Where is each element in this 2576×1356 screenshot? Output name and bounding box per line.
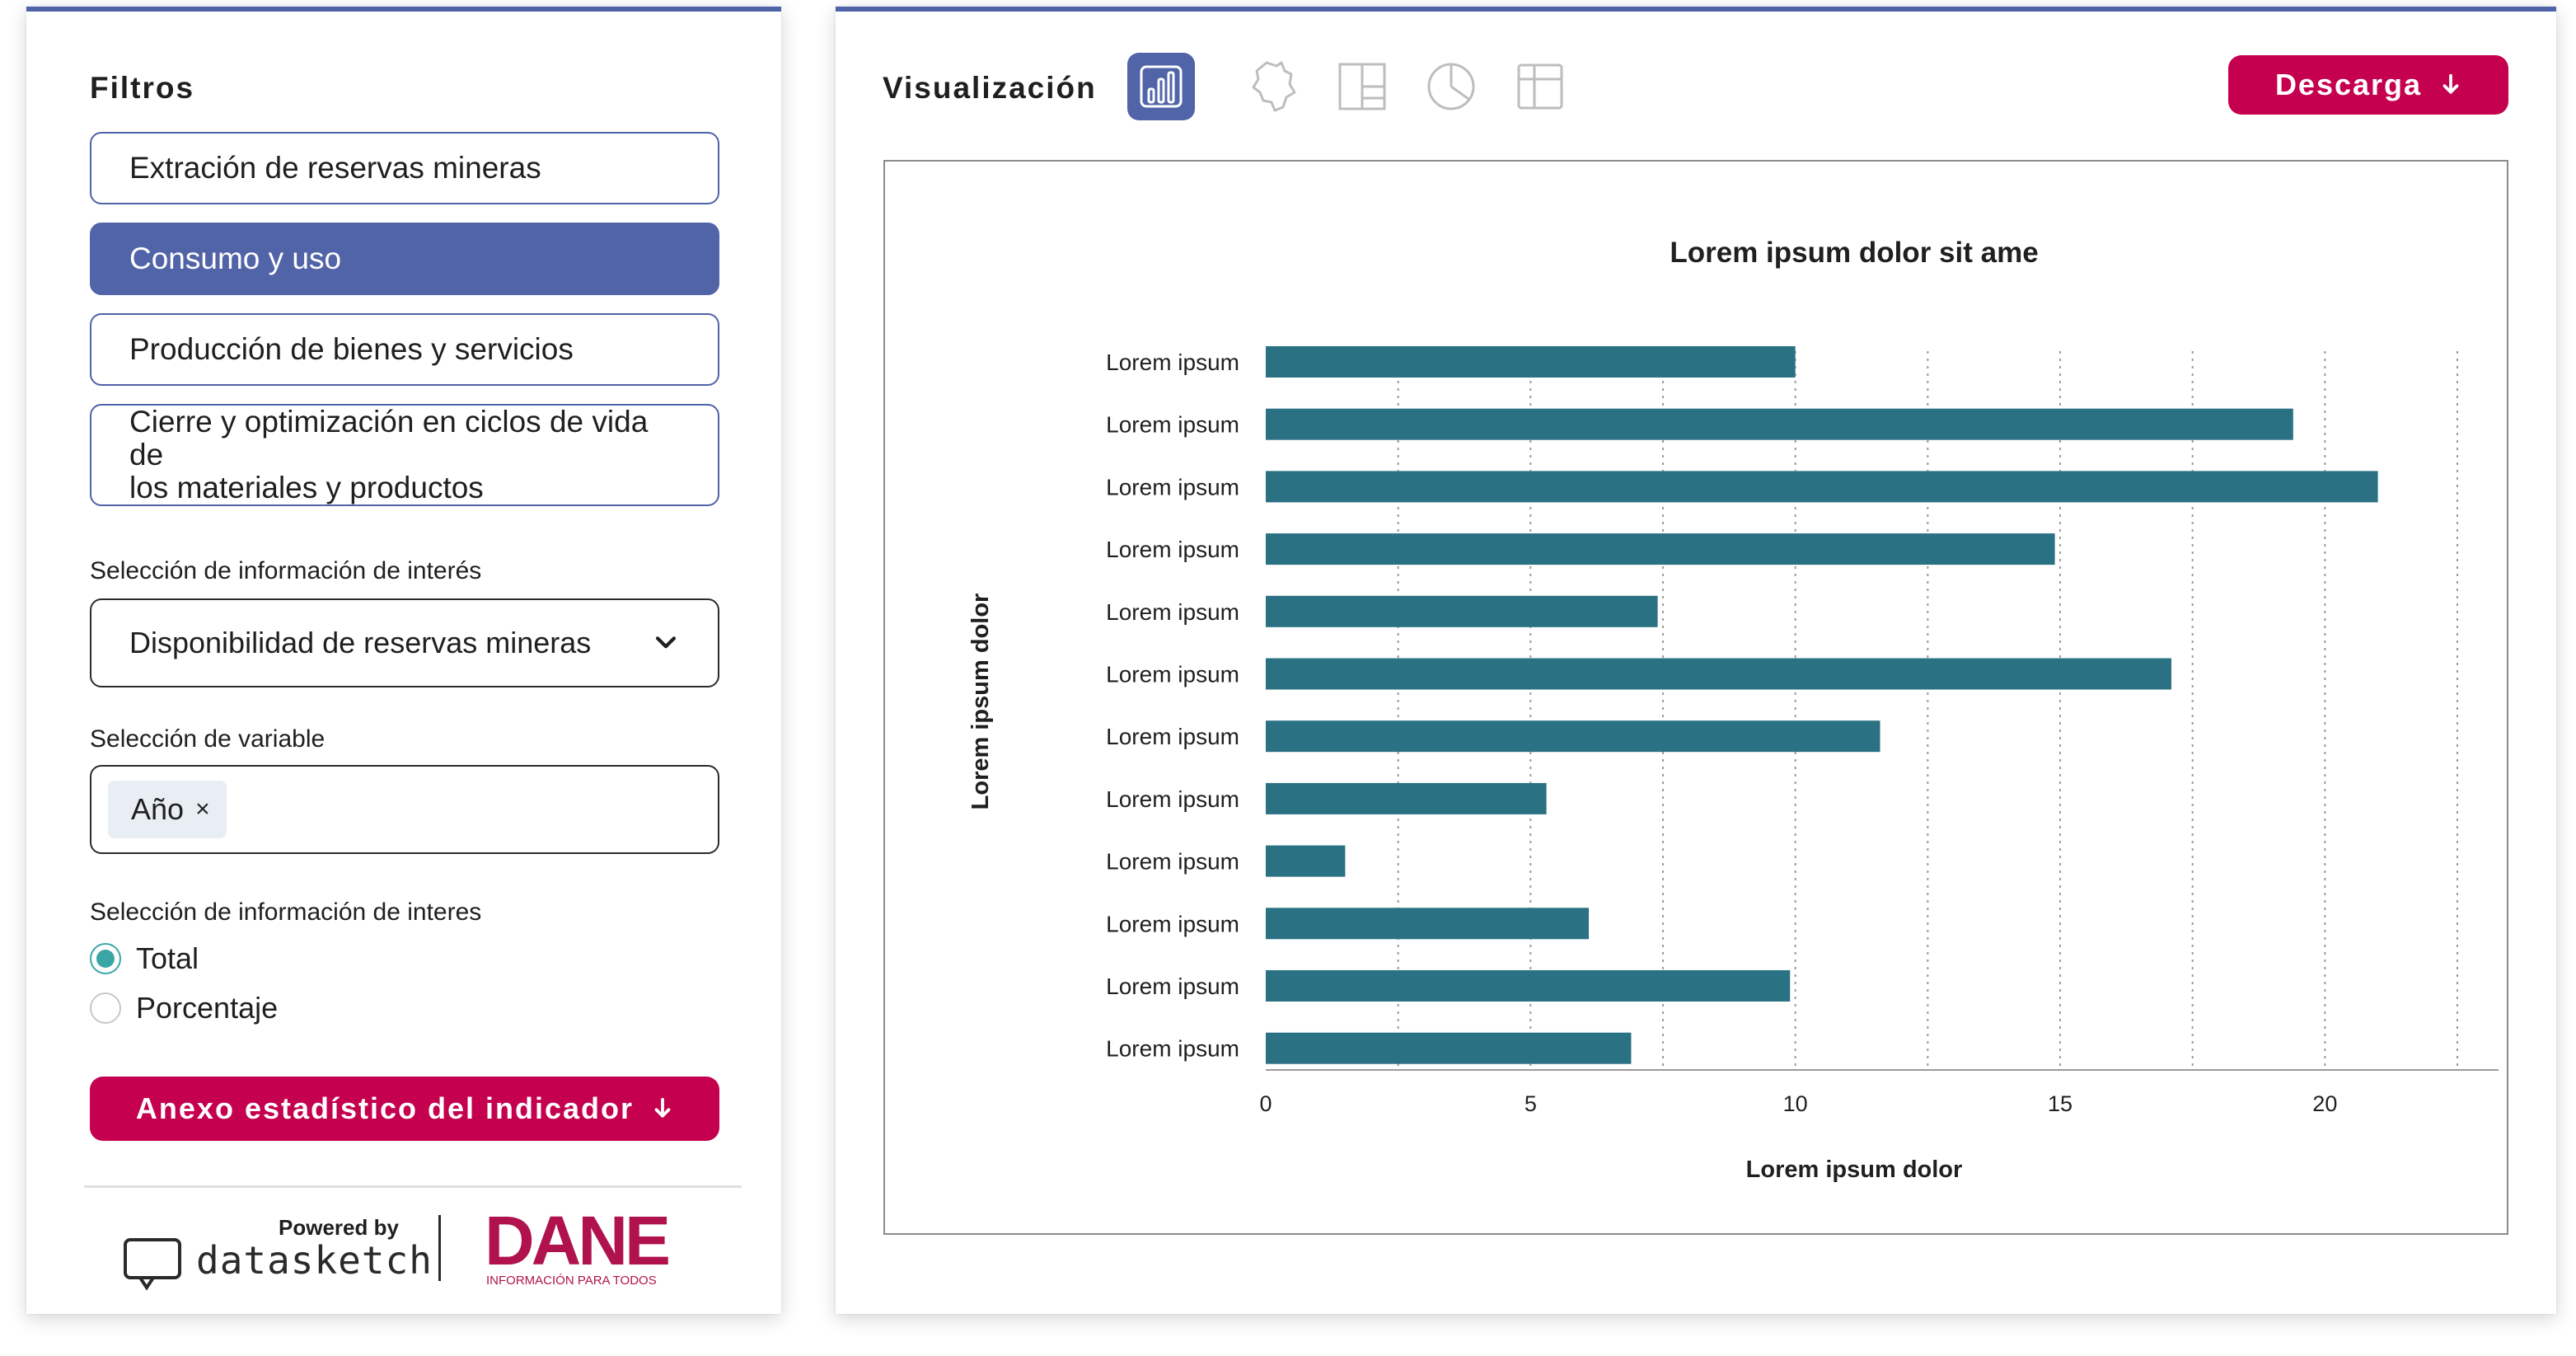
filter-label: los materiales y productos <box>129 471 484 504</box>
radio-label: Total <box>136 941 199 975</box>
pie-chart-icon <box>1427 63 1475 110</box>
bar <box>1266 346 1796 378</box>
filter-consumption-button[interactable]: Consumo y uso <box>90 223 719 295</box>
filter-label: Extración de reservas mineras <box>129 151 541 185</box>
footer-divider <box>84 1185 742 1188</box>
datasketch-wordmark: datasketch <box>196 1238 433 1283</box>
map-icon <box>1252 61 1296 112</box>
dane-logo: DANE INFORMACIÓN PARA TODOS <box>485 1207 672 1288</box>
dane-wordmark: DANE <box>485 1207 668 1279</box>
dane-tagline: INFORMACIÓN PARA TODOS <box>486 1274 657 1288</box>
info-selection-label: Selección de información de interés <box>90 557 482 584</box>
treemap-icon <box>1338 63 1386 110</box>
radio-unchecked-icon[interactable] <box>90 992 121 1024</box>
category-label: Lorem ipsum <box>1106 474 1239 500</box>
category-label: Lorem ipsum <box>1106 849 1239 875</box>
category-label: Lorem ipsum <box>1106 537 1239 562</box>
filter-extraction-button[interactable]: Extración de reservas mineras <box>90 132 719 204</box>
annex-button[interactable]: Anexo estadístico del indicador <box>90 1077 719 1141</box>
filter-closure-button[interactable]: Cierre y optimización en ciclos de vida … <box>90 404 719 506</box>
visualization-panel: Visualización Descarga Lorem ipsum Lorem… <box>836 7 2556 1314</box>
info-type-label: Selección de información de interes <box>90 899 482 926</box>
x-tick-label: 10 <box>1783 1091 1808 1116</box>
filter-label: Cierre y optimización en ciclos de vida … <box>129 405 649 472</box>
bar <box>1266 845 1346 877</box>
radio-total[interactable]: Total <box>90 941 199 976</box>
filters-panel: Filtros Extración de reservas mineras Co… <box>26 7 781 1314</box>
variable-selection-input[interactable]: Año × <box>90 765 719 854</box>
variable-tag-label: Año <box>131 792 185 826</box>
bar <box>1266 408 2293 440</box>
info-selection-value: Disponibilidad de reservas mineras <box>129 626 592 659</box>
filter-label: Producción de bienes y servicios <box>129 332 574 366</box>
bar <box>1266 720 1880 753</box>
view-map-button[interactable] <box>1239 53 1307 120</box>
info-selection-dropdown[interactable]: Disponibilidad de reservas mineras <box>90 598 719 687</box>
x-tick-label: 15 <box>2048 1091 2073 1116</box>
variable-tag: Año × <box>108 781 227 838</box>
category-label: Lorem ipsum <box>1106 350 1239 375</box>
chevron-down-icon <box>655 636 677 649</box>
bar <box>1266 533 2055 565</box>
y-axis-label: Lorem ipsum dolor <box>967 594 994 810</box>
x-tick-label: 0 <box>1259 1091 1272 1116</box>
view-table-button[interactable] <box>1506 53 1574 120</box>
view-pie-chart-button[interactable] <box>1417 53 1485 120</box>
filter-production-button[interactable]: Producción de bienes y servicios <box>90 313 719 386</box>
download-button[interactable]: Descarga <box>2228 55 2508 115</box>
view-bar-chart-button[interactable] <box>1127 53 1195 120</box>
category-label: Lorem ipsum <box>1106 1036 1239 1062</box>
bar <box>1266 970 1791 1002</box>
download-button-label: Descarga <box>2274 68 2423 101</box>
chart-title: Lorem ipsum dolor sit ame <box>1670 237 2038 269</box>
x-axis-label: Lorem ipsum dolor <box>1746 1157 1963 1183</box>
category-label: Lorem ipsum <box>1106 662 1239 687</box>
logo-separator <box>438 1215 441 1281</box>
annex-button-label: Anexo estadístico del indicador <box>135 1091 635 1125</box>
radio-checked-icon[interactable] <box>90 943 121 974</box>
remove-tag-icon[interactable]: × <box>195 795 210 823</box>
x-tick-label: 5 <box>1525 1091 1537 1116</box>
bar-chart: Lorem ipsum Lorem ipsum Lorem ipsum Lorem i… <box>967 237 2499 1183</box>
arrow-down-icon <box>2443 73 2459 94</box>
arrow-down-icon <box>654 1097 671 1118</box>
category-label: Lorem ipsum <box>1106 412 1239 438</box>
category-label: Lorem ipsum <box>1106 911 1239 936</box>
bar <box>1266 908 1590 940</box>
chart-container: Lorem ipsum Lorem ipsum Lorem ipsum Lorem i… <box>883 160 2508 1235</box>
category-label: Lorem ipsum <box>1106 974 1239 999</box>
bar <box>1266 782 1547 814</box>
bar <box>1266 1032 1632 1064</box>
x-tick-label: 20 <box>2312 1091 2337 1116</box>
visualization-title: Visualización <box>883 71 1097 105</box>
table-icon <box>1517 63 1563 110</box>
variable-selection-label: Selección de variable <box>90 725 326 753</box>
bar <box>1266 595 1658 627</box>
bar-chart-icon <box>1140 65 1183 108</box>
filter-label: Consumo y uso <box>129 242 342 275</box>
category-label: Lorem ipsum <box>1106 599 1239 625</box>
bar <box>1266 658 2171 690</box>
view-treemap-button[interactable] <box>1328 53 1396 120</box>
filters-title: Filtros <box>90 71 195 105</box>
category-label: Lorem ipsum <box>1106 724 1239 749</box>
radio-label: Porcentaje <box>136 991 279 1025</box>
category-label: Lorem ipsum <box>1106 786 1239 812</box>
radio-percentage[interactable]: Porcentaje <box>90 991 278 1025</box>
bar <box>1266 471 2378 503</box>
